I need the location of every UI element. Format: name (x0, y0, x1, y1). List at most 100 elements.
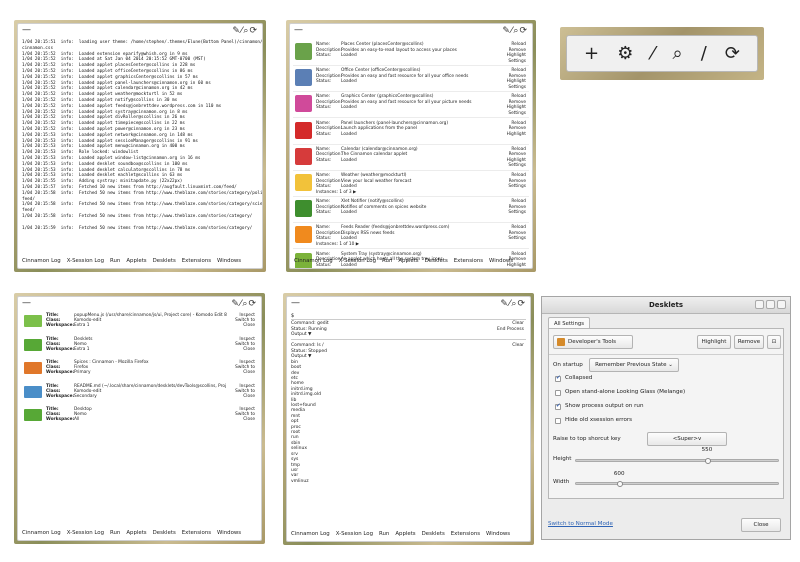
tab-run[interactable]: Run (110, 258, 120, 264)
reload-icon[interactable]: ⟳ (725, 44, 740, 63)
picker-icon[interactable]: ⁄ (651, 44, 654, 63)
tab-desklets[interactable]: Desklets (425, 258, 448, 264)
window-actions: Inspect Switch to Close (235, 337, 255, 352)
close-window-button[interactable] (777, 300, 786, 309)
close-button[interactable]: Close (235, 394, 255, 399)
tab-x-session-log[interactable]: X-Session Log (336, 531, 373, 537)
highlight-button[interactable]: Highlight (507, 132, 526, 138)
switch-to-button[interactable]: Switch to (235, 342, 255, 347)
remove-button[interactable]: Remove (507, 126, 526, 132)
instances-selector[interactable]: Instances: 1 of 3 ▶ (316, 190, 356, 195)
tab-cinnamon-log[interactable]: Cinnamon Log (291, 531, 330, 537)
reload-button[interactable]: Reload (508, 173, 526, 179)
toolbar-icons[interactable]: ✎⁄⌕⟳ (232, 26, 258, 36)
on-startup-select[interactable]: Remember Previous State ⌄ (589, 358, 679, 372)
close-button[interactable]: Close (235, 347, 255, 352)
collapse-button[interactable]: — (294, 26, 303, 35)
tab-extensions[interactable]: Extensions (182, 530, 211, 536)
reload-button[interactable]: Reload (508, 199, 526, 205)
highlight-button[interactable]: Highlight (507, 79, 526, 85)
developer-tools-button[interactable]: Developer's Tools (553, 335, 633, 349)
clear-button[interactable]: Clear (512, 343, 524, 348)
toolbar-icons[interactable]: ✎⁄⌕⟳ (231, 299, 257, 309)
width-slider[interactable] (575, 482, 779, 485)
width-slider-handle[interactable] (616, 480, 623, 487)
height-slider-handle[interactable] (704, 457, 711, 464)
window-workspace-label: Workspace: (46, 393, 75, 399)
close-button[interactable]: Close (235, 370, 255, 375)
close-button[interactable]: Close (235, 417, 255, 422)
tab-x-session-log[interactable]: X-Session Log (67, 530, 104, 536)
cmd1-output-toggle[interactable]: Output ▼ (291, 332, 329, 338)
tab-bar: Cinnamon Log X-Session Log Run Applets Deskl… (291, 531, 510, 537)
option-checkbox[interactable] (555, 375, 561, 382)
tab-applets[interactable]: Applets (398, 258, 418, 264)
gear-icon[interactable]: ⚙ (617, 44, 633, 63)
tab-windows[interactable]: Windows (217, 258, 241, 264)
minimize-button[interactable] (755, 300, 764, 309)
raise-label: Raise to top shorcut key (553, 436, 621, 442)
shortcut-key-button[interactable]: <Super>v (647, 432, 727, 446)
search-icon[interactable]: ⌕ (673, 44, 683, 63)
collapse-button[interactable]: — (291, 299, 300, 308)
highlight-button[interactable]: Highlight (507, 53, 526, 59)
add-icon[interactable]: + (584, 44, 599, 63)
close-button[interactable]: Close (741, 518, 781, 532)
option-checkbox[interactable] (555, 390, 561, 396)
divider (291, 339, 526, 340)
tab-applets[interactable]: Applets (126, 530, 146, 536)
toolbar-icons[interactable]: ✎⁄⌕⟳ (500, 299, 526, 309)
collapse-button[interactable]: — (22, 26, 31, 35)
instances-selector[interactable]: Instances: 1 of 10 ▶ (316, 242, 359, 247)
switch-mode-link[interactable]: Switch to Normal Mode (548, 521, 613, 527)
tab-run[interactable]: Run (110, 530, 120, 536)
remove-button[interactable]: Remove (734, 335, 764, 349)
remove-button[interactable]: Remove (507, 152, 526, 158)
settings-button[interactable]: Settings (507, 85, 526, 91)
toolbar-icons[interactable]: ✎⁄⌕⟳ (502, 26, 528, 36)
settings-button[interactable]: Settings (508, 210, 526, 216)
height-slider[interactable] (575, 459, 779, 462)
option-checkbox[interactable] (555, 403, 561, 410)
brush-icon[interactable]: / (701, 44, 707, 63)
tab-desklets[interactable]: Desklets (153, 530, 176, 536)
tab-x-session-log[interactable]: X-Session Log (67, 258, 104, 264)
window-workspace-label: Workspace: (46, 323, 75, 328)
tab-applets[interactable]: Applets (126, 258, 146, 264)
tab-x-session-log[interactable]: X-Session Log (339, 258, 376, 264)
log-output: 1/04 20:15:51 info: loading user theme: … (22, 40, 262, 231)
tab-windows[interactable]: Windows (489, 258, 513, 264)
tab-windows[interactable]: Windows (217, 530, 241, 536)
settings-button[interactable]: Settings (508, 236, 526, 242)
tab-desklets[interactable]: Desklets (422, 531, 445, 537)
switch-to-button[interactable]: Switch to (235, 389, 255, 394)
maximize-button[interactable] (766, 300, 775, 309)
tab-extensions[interactable]: Extensions (454, 258, 483, 264)
tab-applets[interactable]: Applets (395, 531, 415, 537)
settings-button[interactable]: Settings (507, 163, 526, 169)
window-title: Desklets (74, 336, 93, 342)
settings-button[interactable]: Settings (508, 184, 526, 190)
tab-cinnamon-log[interactable]: Cinnamon Log (294, 258, 333, 264)
tab-extensions[interactable]: Extensions (451, 531, 480, 537)
window-actions: Inspect Switch to Close (235, 384, 255, 399)
tab-cinnamon-log[interactable]: Cinnamon Log (22, 530, 61, 536)
tab-run[interactable]: Run (379, 531, 389, 537)
collapse-button[interactable]: — (22, 299, 31, 308)
tab-run[interactable]: Run (382, 258, 392, 264)
end-process-button[interactable]: End Process (497, 327, 524, 333)
settings-button[interactable]: Settings (507, 59, 526, 65)
option-checkbox[interactable] (555, 418, 561, 424)
settings-button[interactable]: Settings (507, 111, 526, 117)
applet-row: Name: Description: Status: Weather (weather… (293, 171, 529, 197)
highlight-button[interactable]: Highlight (697, 335, 731, 349)
configure-button[interactable]: ⊡ (767, 335, 781, 349)
tab-extensions[interactable]: Extensions (182, 258, 211, 264)
tab-bar: Cinnamon Log X-Session Log Run Applets Deskl… (22, 530, 241, 536)
tab-cinnamon-log[interactable]: Cinnamon Log (22, 258, 61, 264)
toolbar: — ✎⁄⌕⟳ (287, 297, 530, 312)
tab-windows[interactable]: Windows (486, 531, 510, 537)
close-button[interactable]: Close (235, 323, 255, 328)
tab-desklets[interactable]: Desklets (153, 258, 176, 264)
cmd2-command-label: Command: (291, 343, 316, 348)
